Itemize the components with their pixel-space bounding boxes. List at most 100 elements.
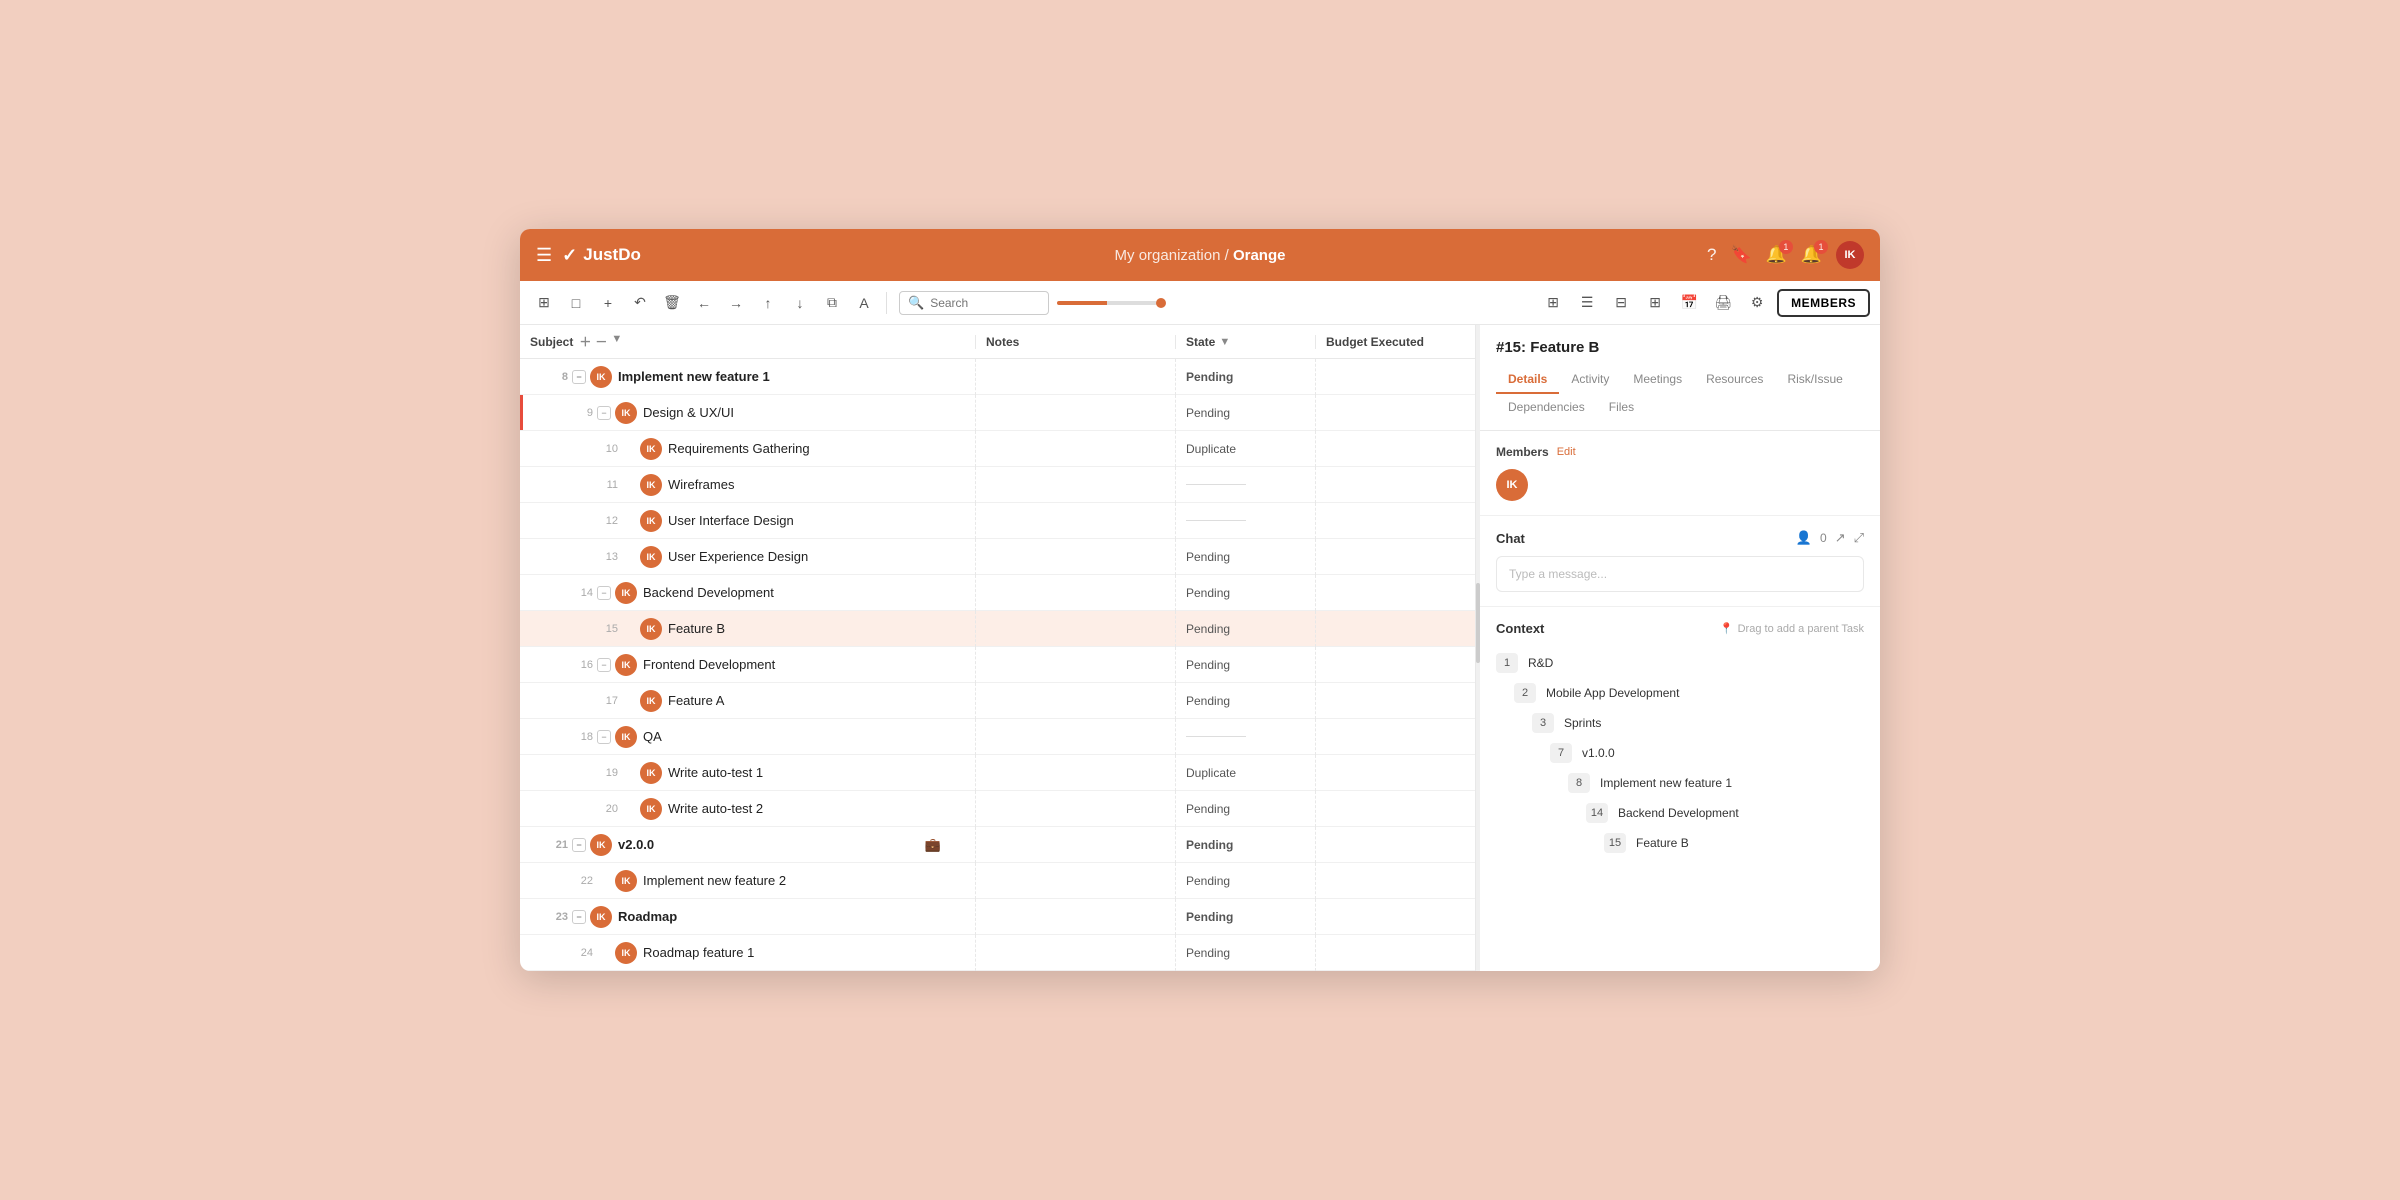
task-row[interactable]: 20 IK Write auto-test 2 ⋮⋮ Pending bbox=[520, 791, 1475, 827]
search-box[interactable]: 🔍 bbox=[899, 291, 1049, 315]
grid-view-btn[interactable]: ⊞ bbox=[530, 289, 558, 317]
context-label: v1.0.0 bbox=[1582, 746, 1615, 760]
drag-hint: 📍 Drag to add a parent Task bbox=[1720, 622, 1864, 635]
task-row[interactable]: 14 − IK Backend Development ⋮⋮ Pending bbox=[520, 575, 1475, 611]
list-layout-btn[interactable]: ☰ bbox=[1573, 289, 1601, 317]
detail-tab-resources[interactable]: Resources bbox=[1694, 366, 1775, 394]
scroll-indicator[interactable] bbox=[1476, 325, 1480, 971]
nav-left-btn[interactable]: ← bbox=[690, 289, 718, 317]
detail-tab-activity[interactable]: Activity bbox=[1559, 366, 1621, 394]
detail-tab-files[interactable]: Files bbox=[1597, 394, 1646, 422]
task-row[interactable]: 16 − IK Frontend Development ⋮⋮ Pending bbox=[520, 647, 1475, 683]
notification1-icon[interactable]: 🔔1 bbox=[1766, 245, 1787, 265]
members-button[interactable]: MEMBERS bbox=[1777, 289, 1870, 317]
new-doc-btn[interactable]: □ bbox=[562, 289, 590, 317]
task-avatar: IK bbox=[640, 690, 662, 712]
add-btn[interactable]: + bbox=[594, 289, 622, 317]
chat-input[interactable]: Type a message... bbox=[1496, 556, 1864, 592]
collapse-btn[interactable]: − bbox=[572, 838, 586, 852]
task-row[interactable]: 21 − IK v2.0.0 💼 ⋮⋮ Pending bbox=[520, 827, 1475, 863]
detail-tab-details[interactable]: Details bbox=[1496, 366, 1559, 394]
expand-icon[interactable]: ⤢ bbox=[1854, 530, 1864, 546]
delete-btn[interactable]: 🗑 bbox=[658, 289, 686, 317]
collapse-btn[interactable]: − bbox=[572, 910, 586, 924]
task-budget-cell bbox=[1315, 935, 1475, 971]
task-row[interactable]: 19 IK Write auto-test 1 ⋮⋮ Duplicate bbox=[520, 755, 1475, 791]
nav-down-btn[interactable]: ↓ bbox=[786, 289, 814, 317]
task-row[interactable]: 22 IK Implement new feature 2 ⋮⋮ Pending bbox=[520, 863, 1475, 899]
print-btn[interactable]: 🖨 bbox=[1709, 289, 1737, 317]
task-subject-cell: 13 IK User Experience Design ⋮⋮ bbox=[520, 539, 975, 575]
external-link-icon[interactable]: ↗ bbox=[1835, 530, 1846, 546]
task-notes-cell bbox=[975, 647, 1175, 683]
nav-right-btn[interactable]: → bbox=[722, 289, 750, 317]
notification2-icon[interactable]: 🔔1 bbox=[1801, 245, 1822, 265]
row-num: 8 bbox=[540, 371, 568, 383]
detail-panel: #15: Feature B DetailsActivityMeetingsRe… bbox=[1480, 325, 1880, 971]
remove-col-icon[interactable]: － bbox=[595, 333, 607, 350]
collapse-btn[interactable]: − bbox=[572, 370, 586, 384]
separator: / bbox=[1225, 247, 1233, 264]
task-state: Pending bbox=[1186, 946, 1230, 960]
detail-tab-meetings[interactable]: Meetings bbox=[1621, 366, 1694, 394]
context-label: R&D bbox=[1528, 656, 1553, 670]
logo-text: JustDo bbox=[583, 245, 641, 265]
task-state-cell: Pending bbox=[1175, 863, 1315, 899]
task-subject-cell: 23 − IK Roadmap ⋮⋮ bbox=[520, 899, 975, 935]
collapse-btn[interactable]: − bbox=[597, 406, 611, 420]
task-avatar: IK bbox=[615, 726, 637, 748]
task-row[interactable]: 17 IK Feature A ⋮⋮ Pending bbox=[520, 683, 1475, 719]
collapse-btn[interactable]: − bbox=[597, 730, 611, 744]
task-row[interactable]: 10 IK Requirements Gathering ⋮⋮ Duplicat… bbox=[520, 431, 1475, 467]
task-avatar: IK bbox=[640, 474, 662, 496]
split-layout-btn[interactable]: ⊟ bbox=[1607, 289, 1635, 317]
task-avatar: IK bbox=[640, 510, 662, 532]
detail-tab-risk-issue[interactable]: Risk/Issue bbox=[1775, 366, 1854, 394]
task-row[interactable]: 9 − IK Design & UX/UI ⋮⋮ Pending bbox=[520, 395, 1475, 431]
collapse-btn[interactable]: − bbox=[597, 658, 611, 672]
task-row[interactable]: 8 − IK Implement new feature 1 ⋮⋮ Pendin… bbox=[520, 359, 1475, 395]
task-row[interactable]: 13 IK User Experience Design ⋮⋮ Pending bbox=[520, 539, 1475, 575]
budget-column-header: Budget Executed bbox=[1315, 335, 1475, 349]
filter-icon[interactable]: ▼ bbox=[611, 333, 622, 350]
nav-up-btn[interactable]: ↑ bbox=[754, 289, 782, 317]
bookmark-icon[interactable]: 🔖 bbox=[1730, 245, 1751, 265]
task-avatar: IK bbox=[615, 402, 637, 424]
add-col-icon[interactable]: ＋ bbox=[579, 333, 591, 350]
context-num: 8 bbox=[1568, 773, 1590, 793]
help-icon[interactable]: ? bbox=[1707, 245, 1716, 265]
task-row[interactable]: 18 − IK QA ⋮⋮ bbox=[520, 719, 1475, 755]
task-state-cell: Pending bbox=[1175, 683, 1315, 719]
member-avatar: IK bbox=[1496, 469, 1528, 501]
hamburger-icon[interactable]: ☰ bbox=[536, 245, 552, 266]
task-row[interactable]: 15 IK Feature B ⋮⋮ Pending bbox=[520, 611, 1475, 647]
undo-btn[interactable]: ↶ bbox=[626, 289, 654, 317]
task-name: Feature B bbox=[668, 621, 941, 636]
task-budget-cell bbox=[1315, 827, 1475, 863]
task-row[interactable]: 11 IK Wireframes ⋮⋮ bbox=[520, 467, 1475, 503]
detail-tab-dependencies[interactable]: Dependencies bbox=[1496, 394, 1597, 422]
user-avatar[interactable]: IK bbox=[1836, 241, 1864, 269]
task-name: Feature A bbox=[668, 693, 941, 708]
state-filter-icon[interactable]: ▼ bbox=[1219, 336, 1230, 348]
members-edit-link[interactable]: Edit bbox=[1557, 446, 1576, 458]
task-name: Wireframes bbox=[668, 477, 941, 492]
collapse-btn[interactable]: − bbox=[597, 586, 611, 600]
task-budget-cell bbox=[1315, 755, 1475, 791]
table-layout-btn[interactable]: ⊞ bbox=[1641, 289, 1669, 317]
bag-icon: 💼 bbox=[925, 837, 941, 853]
search-input[interactable] bbox=[930, 296, 1040, 310]
zoom-slider[interactable] bbox=[1057, 298, 1166, 308]
task-state: Pending bbox=[1186, 802, 1230, 816]
task-name: Design & UX/UI bbox=[643, 405, 941, 420]
grid-layout-btn[interactable]: ⊞ bbox=[1539, 289, 1567, 317]
task-state-cell: Pending bbox=[1175, 611, 1315, 647]
copy-btn[interactable]: ⧉ bbox=[818, 289, 846, 317]
font-btn[interactable]: A bbox=[850, 289, 878, 317]
task-row[interactable]: 12 IK User Interface Design ⋮⋮ bbox=[520, 503, 1475, 539]
task-row[interactable]: 24 IK Roadmap feature 1 ⋮⋮ Pending bbox=[520, 935, 1475, 971]
calendar-btn[interactable]: 📅 bbox=[1675, 289, 1703, 317]
task-budget-cell bbox=[1315, 899, 1475, 935]
task-row[interactable]: 23 − IK Roadmap ⋮⋮ Pending bbox=[520, 899, 1475, 935]
settings-btn[interactable]: ⚙ bbox=[1743, 289, 1771, 317]
